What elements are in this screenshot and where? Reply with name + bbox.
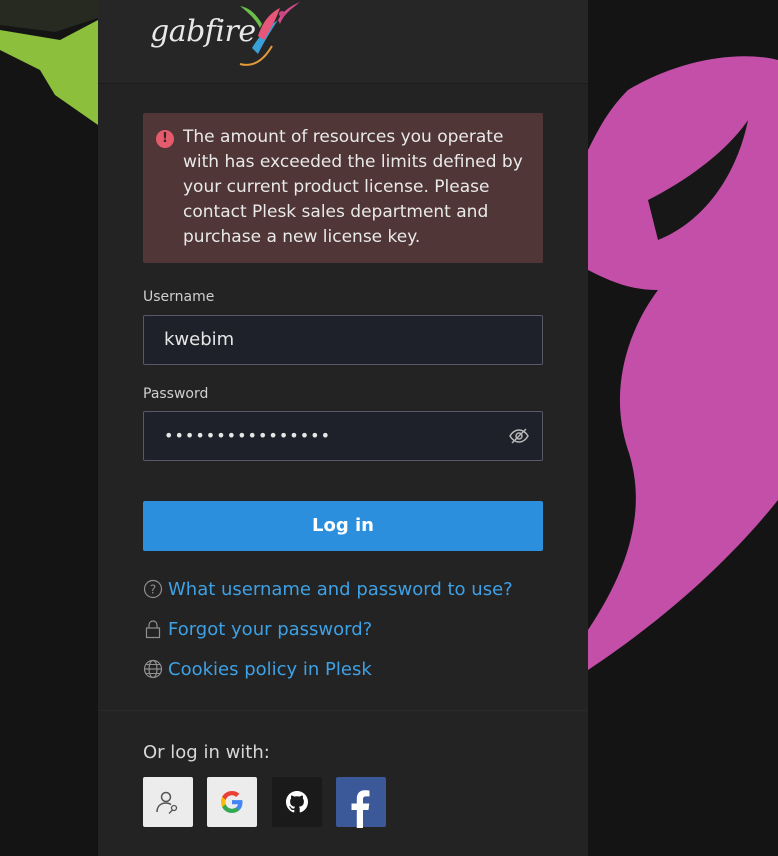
google-icon	[221, 791, 243, 813]
hummingbird-logo-icon	[239, 2, 300, 66]
license-error-alert: ! The amount of resources you operate wi…	[143, 113, 543, 263]
globe-icon	[143, 659, 163, 679]
question-circle-icon: ?	[143, 579, 163, 599]
password-input[interactable]: ••••••••••••••••	[143, 411, 543, 461]
username-value: kwebim	[164, 329, 235, 350]
login-with-google-button[interactable]	[207, 777, 257, 827]
login-with-account-button[interactable]	[143, 777, 193, 827]
link-cookies-policy[interactable]: Cookies policy in Plesk	[143, 657, 372, 681]
lock-icon	[145, 620, 161, 639]
user-key-icon	[156, 791, 178, 814]
link-forgot-password-label[interactable]: Forgot your password?	[168, 619, 372, 640]
login-button[interactable]: Log in	[143, 501, 543, 551]
social-login-label: Or log in with:	[143, 742, 270, 763]
login-with-github-button[interactable]	[272, 777, 322, 827]
panel-header: gabfire	[98, 0, 588, 84]
exclamation-icon: !	[156, 130, 174, 148]
link-cookies-policy-label[interactable]: Cookies policy in Plesk	[168, 659, 372, 680]
password-value: ••••••••••••••••	[164, 426, 331, 445]
login-panel: gabfire ! The amount of resources you op…	[98, 0, 588, 856]
link-forgot-password[interactable]: Forgot your password?	[143, 617, 372, 641]
eye-slash-icon[interactable]	[508, 426, 530, 446]
password-label: Password	[143, 386, 209, 402]
alert-message: The amount of resources you operate with…	[183, 127, 523, 247]
link-credentials-help-label[interactable]: What username and password to use?	[168, 579, 513, 600]
login-with-facebook-button[interactable]	[336, 777, 386, 828]
username-label: Username	[143, 289, 215, 305]
link-credentials-help[interactable]: ? What username and password to use?	[143, 577, 513, 601]
svg-text:?: ?	[150, 583, 156, 597]
github-icon	[286, 791, 308, 813]
username-input[interactable]: kwebim	[143, 315, 543, 365]
section-divider	[98, 710, 588, 711]
pink-flame-shape	[588, 56, 778, 670]
facebook-icon	[351, 790, 370, 828]
